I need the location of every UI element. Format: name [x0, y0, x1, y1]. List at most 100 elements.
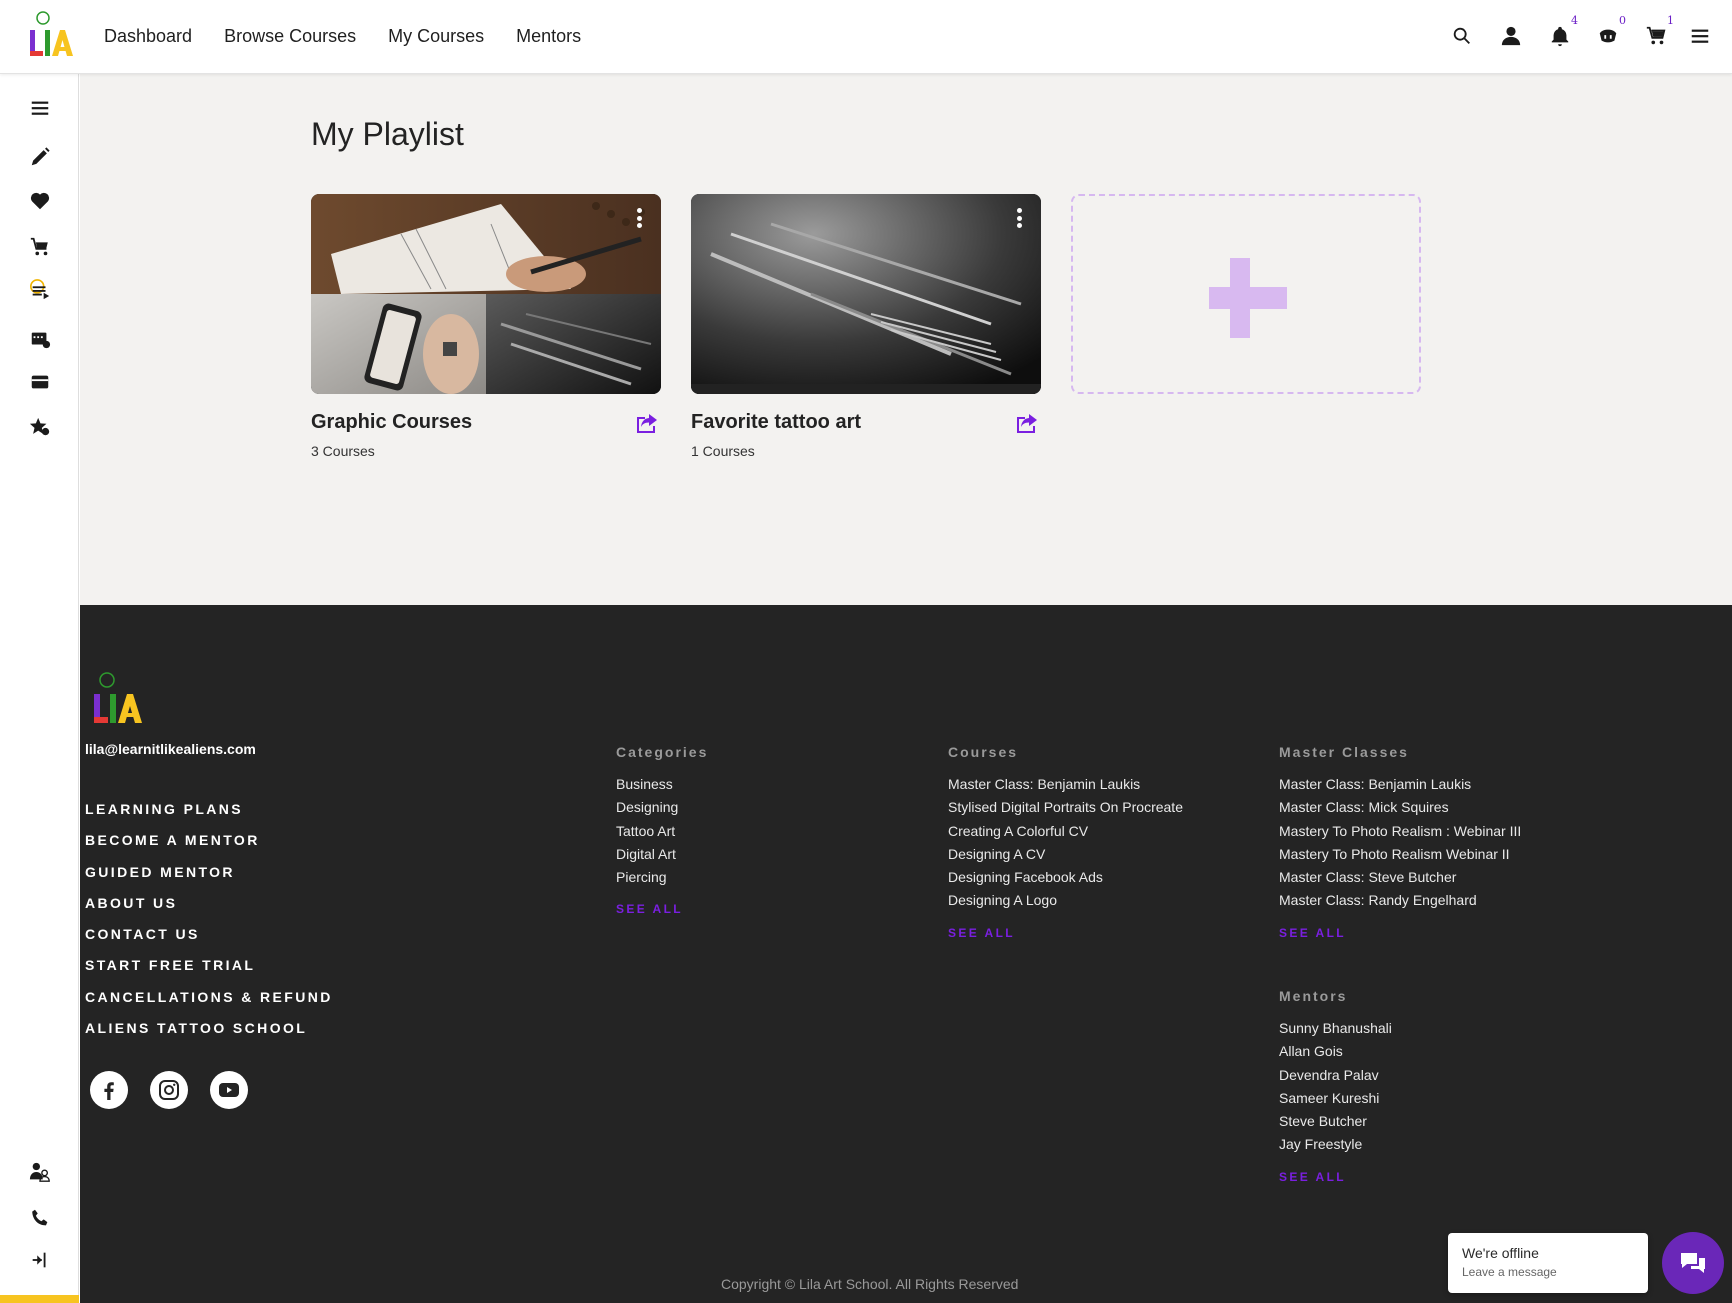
footer-links: LEARNING PLANS BECOME A MENTOR GUIDED ME… [85, 801, 333, 1051]
master-class-link[interactable]: Master Class: Mick Squires [1279, 799, 1521, 822]
card-more-options-icon[interactable] [1011, 206, 1027, 230]
lila-logo[interactable] [26, 10, 74, 60]
main-nav: Dashboard Browse Courses My Courses Ment… [104, 26, 581, 47]
left-sidebar [0, 74, 79, 1303]
chat-status-subtitle: Leave a message [1462, 1265, 1557, 1279]
pencil-icon[interactable] [26, 143, 54, 171]
mentor-link[interactable]: Devendra Palav [1279, 1067, 1392, 1090]
footer: lila@learnitlikealiens.com LEARNING PLAN… [80, 605, 1732, 1303]
mentors-see-all[interactable]: SEE ALL [1279, 1170, 1392, 1193]
nav-browse-courses[interactable]: Browse Courses [224, 26, 356, 47]
master-class-link[interactable]: Master Class: Benjamin Laukis [1279, 776, 1521, 799]
footer-mentors: Mentors Sunny Bhanushali Allan Gois Deve… [1279, 988, 1392, 1193]
footer-link-aliens-tattoo-school[interactable]: ALIENS TATTOO SCHOOL [85, 1020, 333, 1051]
sidebar-cart-icon[interactable] [26, 233, 54, 261]
playlist-course-count: 1 Courses [691, 443, 755, 459]
footer-email[interactable]: lila@learnitlikealiens.com [85, 741, 256, 757]
course-link[interactable]: Master Class: Benjamin Laukis [948, 776, 1183, 799]
categories-heading: Categories [616, 744, 709, 760]
playlist-icon[interactable] [26, 276, 54, 304]
cart-icon[interactable]: 1 [1642, 14, 1674, 50]
master-classes-see-all[interactable]: SEE ALL [1279, 926, 1521, 949]
playlist-title[interactable]: Graphic Courses [311, 411, 472, 434]
course-link[interactable]: Designing A Logo [948, 892, 1183, 915]
star-icon[interactable] [26, 413, 54, 441]
chat-bubble-icon [1681, 1253, 1705, 1273]
master-class-link[interactable]: Mastery To Photo Realism Webinar II [1279, 846, 1521, 869]
master-class-link[interactable]: Master Class: Steve Butcher [1279, 869, 1521, 892]
nav-my-courses[interactable]: My Courses [388, 26, 484, 47]
course-link[interactable]: Designing Facebook Ads [948, 869, 1183, 892]
playlist-thumbnail-image [691, 194, 1041, 394]
mentor-link[interactable]: Allan Gois [1279, 1043, 1392, 1066]
courses-see-all[interactable]: SEE ALL [948, 926, 1183, 949]
playlist-thumbnail[interactable] [311, 194, 661, 394]
subscription-icon[interactable]: 0 [1594, 14, 1626, 50]
heart-icon[interactable] [26, 187, 54, 215]
footer-link-cancellations-refund[interactable]: CANCELLATIONS & REFUND [85, 989, 333, 1020]
user-icon[interactable] [1497, 22, 1525, 50]
playlist-title[interactable]: Favorite tattoo art [691, 411, 861, 434]
footer-courses: Courses Master Class: Benjamin Laukis St… [948, 744, 1183, 949]
category-link[interactable]: Tattoo Art [616, 823, 708, 846]
footer-link-contact-us[interactable]: CONTACT US [85, 926, 333, 957]
category-link[interactable]: Digital Art [616, 846, 708, 869]
bell-icon[interactable]: 4 [1546, 14, 1578, 50]
footer-master-classes: Master Classes Master Class: Benjamin La… [1279, 744, 1521, 949]
playlist-card[interactable]: Graphic Courses 3 Courses [311, 194, 661, 459]
top-bar: Dashboard Browse Courses My Courses Ment… [0, 0, 1732, 74]
mentor-icon[interactable] [26, 1158, 54, 1186]
nav-dashboard[interactable]: Dashboard [104, 26, 192, 47]
mentor-link[interactable]: Sunny Bhanushali [1279, 1020, 1392, 1043]
playlist-course-count: 3 Courses [311, 443, 375, 459]
playlist-card[interactable]: Favorite tattoo art 1 Courses [691, 194, 1041, 459]
instagram-icon[interactable] [150, 1071, 188, 1109]
add-playlist-button[interactable] [1071, 194, 1421, 394]
share-icon[interactable] [1015, 412, 1039, 434]
category-link[interactable]: Piercing [616, 869, 708, 892]
footer-categories: Categories Business Designing Tattoo Art… [616, 744, 708, 926]
courses-heading: Courses [948, 744, 1019, 760]
logout-icon[interactable] [26, 1246, 54, 1274]
nav-mentors[interactable]: Mentors [516, 26, 581, 47]
mentor-link[interactable]: Sameer Kureshi [1279, 1090, 1392, 1113]
main-content: My Playlist Graphic Courses 3 Courses Fa… [80, 74, 1732, 605]
footer-link-learning-plans[interactable]: LEARNING PLANS [85, 801, 333, 832]
mentors-heading: Mentors [1279, 988, 1348, 1004]
card-more-options-icon[interactable] [631, 206, 647, 230]
mentor-link[interactable]: Steve Butcher [1279, 1113, 1392, 1136]
phone-icon[interactable] [26, 1204, 54, 1232]
youtube-icon[interactable] [210, 1071, 248, 1109]
footer-link-become-mentor[interactable]: BECOME A MENTOR [85, 832, 333, 863]
menu-icon[interactable] [1686, 22, 1714, 50]
footer-link-start-free-trial[interactable]: START FREE TRIAL [85, 957, 333, 988]
page-title: My Playlist [311, 116, 464, 152]
category-link[interactable]: Designing [616, 799, 708, 822]
sidebar-menu-icon[interactable] [26, 94, 54, 122]
footer-link-about-us[interactable]: ABOUT US [85, 895, 333, 926]
course-link[interactable]: Designing A CV [948, 846, 1183, 869]
course-link[interactable]: Stylised Digital Portraits On Procreate [948, 799, 1183, 822]
course-link[interactable]: Creating A Colorful CV [948, 823, 1183, 846]
facebook-icon[interactable] [90, 1071, 128, 1109]
playlist-thumbnail[interactable] [691, 194, 1041, 394]
cart-count-badge: 1 [1667, 14, 1674, 27]
master-class-link[interactable]: Master Class: Randy Engelhard [1279, 892, 1521, 915]
card-icon[interactable] [26, 368, 54, 396]
search-icon[interactable] [1448, 22, 1476, 50]
footer-link-guided-mentor[interactable]: GUIDED MENTOR [85, 864, 333, 895]
chat-offline-box[interactable]: We're offline Leave a message [1448, 1233, 1648, 1293]
share-icon[interactable] [635, 412, 659, 434]
notification-count-badge: 4 [1571, 14, 1578, 27]
playlist-thumbnail-collage [311, 194, 661, 394]
category-link[interactable]: Business [616, 776, 708, 799]
mentor-link[interactable]: Jay Freestyle [1279, 1136, 1392, 1159]
chat-status-title: We're offline [1462, 1245, 1539, 1261]
master-class-link[interactable]: Mastery To Photo Realism : Webinar III [1279, 823, 1521, 846]
chat-button[interactable] [1662, 1232, 1724, 1294]
sidebar-accent-bar [0, 1295, 79, 1303]
master-classes-heading: Master Classes [1279, 744, 1409, 760]
footer-lila-logo[interactable] [90, 671, 142, 727]
categories-see-all[interactable]: SEE ALL [616, 902, 708, 925]
calendar-icon[interactable] [26, 325, 54, 353]
